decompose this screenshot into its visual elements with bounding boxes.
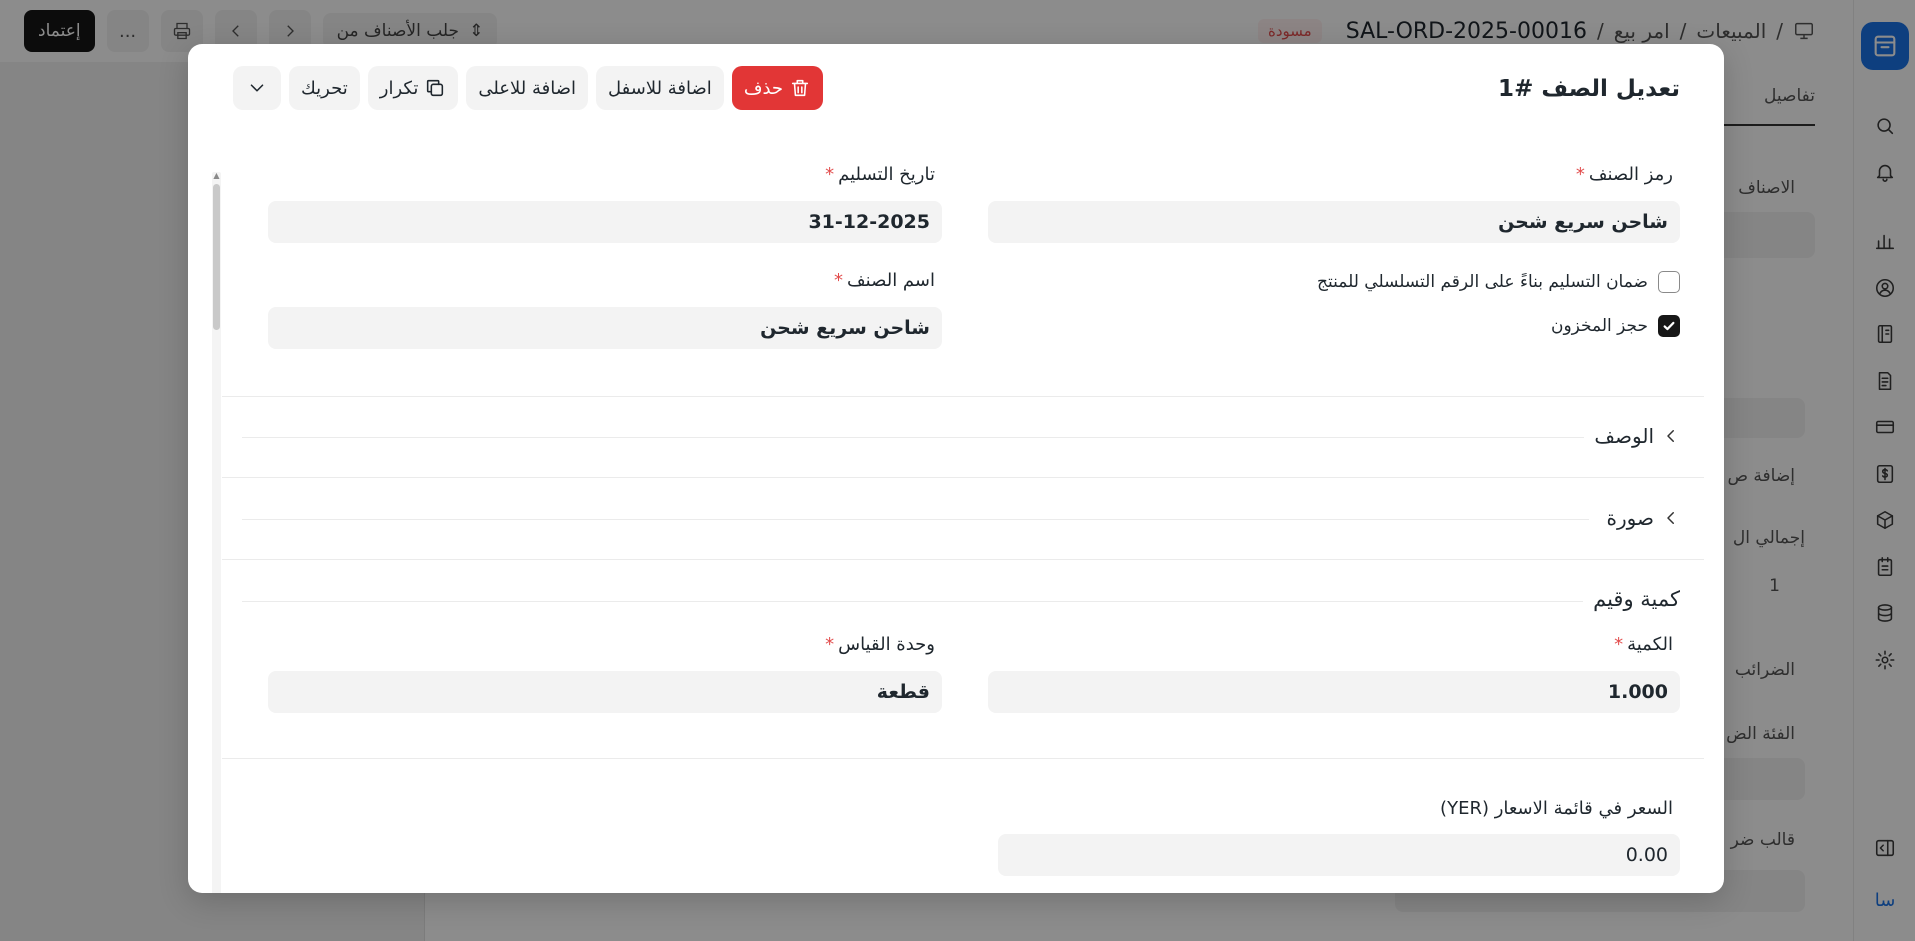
section-line	[242, 519, 1589, 520]
scroll-thumb[interactable]	[213, 184, 220, 330]
delivery-date-label: تاريخ التسليم*	[825, 164, 935, 185]
scrollbar[interactable]: ▲ ▼	[212, 172, 221, 893]
dialog-title: تعديل الصف #1	[1498, 76, 1680, 102]
required-mark: *	[825, 634, 835, 655]
collapse-dialog-button[interactable]	[233, 66, 281, 110]
required-mark: *	[1575, 164, 1585, 185]
ensure-delivery-serial-label: ضمان التسليم بناءً على الرقم التسلسلي لل…	[1317, 272, 1648, 292]
ensure-delivery-serial-checkbox-row[interactable]: ضمان التسليم بناءً على الرقم التسلسلي لل…	[1317, 271, 1680, 293]
insert-below-button[interactable]: اضافة للاسفل	[596, 66, 724, 110]
duplicate-label: تكرار	[379, 77, 419, 99]
insert-below-label: اضافة للاسفل	[608, 77, 712, 99]
chevron-left-icon	[1667, 512, 1674, 524]
qty-label-text: الكمية	[1627, 634, 1673, 655]
delivery-date-input[interactable]: 31-12-2025	[268, 201, 942, 243]
item-name-input[interactable]: شاحن سريع شحن	[268, 307, 942, 349]
section-divider	[222, 396, 1704, 397]
reserve-stock-checkbox-row[interactable]: حجز المخزون	[1551, 315, 1680, 337]
uom-input[interactable]: قطعة	[268, 671, 942, 713]
price-list-rate-input[interactable]: 0.00	[998, 834, 1680, 876]
move-label: تحريك	[301, 77, 348, 99]
edit-row-dialog: تعديل الصف #1 تحريك تكرار اضافة للاعلى ا…	[188, 44, 1724, 893]
description-section-toggle[interactable]: الوصف	[1584, 424, 1680, 448]
uom-label-text: وحدة القياس	[838, 634, 935, 655]
image-section-title: صورة	[1606, 506, 1654, 530]
dialog-header: تعديل الصف #1 تحريك تكرار اضافة للاعلى ا…	[188, 44, 1724, 128]
trash-icon	[791, 79, 809, 97]
check-icon	[1663, 321, 1675, 331]
section-divider	[222, 758, 1704, 759]
chevron-down-icon	[250, 84, 264, 92]
insert-above-button[interactable]: اضافة للاعلى	[466, 66, 589, 110]
chevron-left-icon	[1667, 430, 1674, 442]
section-divider	[222, 477, 1704, 478]
reserve-stock-checkbox[interactable]	[1658, 315, 1680, 337]
description-section-title: الوصف	[1594, 424, 1654, 448]
delivery-date-label-text: تاريخ التسليم	[838, 164, 935, 185]
qty-rate-section-title: كمية وقيم	[1583, 587, 1680, 611]
move-button[interactable]: تحريك	[289, 66, 360, 110]
ensure-delivery-serial-checkbox[interactable]	[1658, 271, 1680, 293]
section-line	[242, 601, 1589, 602]
item-code-input[interactable]: شاحن سريع شحن	[988, 201, 1680, 243]
item-name-label-text: اسم الصنف	[847, 270, 935, 291]
reserve-stock-label: حجز المخزون	[1550, 316, 1648, 336]
required-mark: *	[825, 164, 835, 185]
image-section-toggle[interactable]: صورة	[1596, 506, 1680, 530]
insert-above-label: اضافة للاعلى	[478, 77, 577, 99]
scroll-up-icon[interactable]: ▲	[212, 172, 221, 180]
duplicate-button[interactable]: تكرار	[367, 66, 459, 110]
item-code-label: رمز الصنف*	[1576, 164, 1673, 185]
qty-label: الكمية*	[1614, 634, 1673, 655]
item-code-label-text: رمز الصنف	[1588, 164, 1673, 185]
delete-button[interactable]: حذف	[731, 66, 824, 110]
required-mark: *	[834, 270, 844, 291]
dialog-actions: تحريك تكرار اضافة للاعلى اضافة للاسفل حذ…	[233, 66, 824, 110]
copy-icon	[427, 79, 444, 97]
delete-label: حذف	[743, 77, 784, 99]
section-line	[242, 437, 1589, 438]
required-mark: *	[1614, 634, 1624, 655]
uom-label: وحدة القياس*	[825, 634, 935, 655]
qty-input[interactable]: 1.000	[988, 671, 1680, 713]
item-name-label: اسم الصنف*	[834, 270, 935, 291]
price-list-rate-label: السعر في قائمة الاسعار (YER)	[1440, 798, 1673, 819]
section-divider	[222, 559, 1704, 560]
